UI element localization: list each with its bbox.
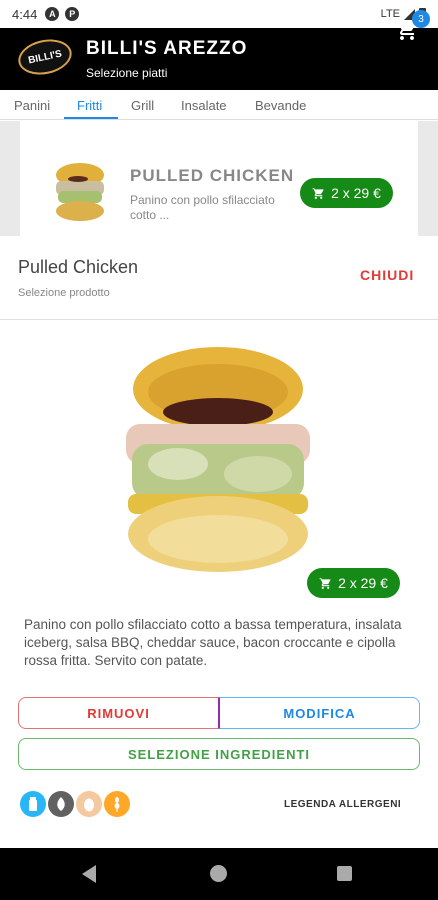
remove-button[interactable]: RIMUOVI: [18, 697, 220, 729]
cart-count-badge: 3: [412, 10, 430, 28]
allergen-icons: [20, 791, 130, 819]
tab-insalate[interactable]: Insalate: [181, 98, 227, 113]
system-nav-bar: [0, 848, 438, 900]
price-label: 2 x 29 €: [338, 575, 388, 591]
allergen-legend-link[interactable]: LEGENDA ALLERGENI: [284, 799, 401, 810]
active-tab-indicator: [64, 117, 118, 119]
detail-subtitle: Selezione prodotto: [18, 287, 110, 299]
home-icon[interactable]: [210, 865, 227, 882]
status-bar: 4:44 A P LTE: [0, 0, 438, 28]
notification-icon: A: [45, 7, 60, 21]
status-time: 4:44: [12, 6, 38, 22]
price-label: 2 x 29 €: [331, 185, 381, 201]
tab-bevande[interactable]: Bevande: [255, 98, 306, 113]
cart-icon: [312, 187, 324, 199]
milk-icon: [20, 791, 46, 817]
detail-description: Panino con pollo sfilacciato cotto a bas…: [24, 617, 402, 668]
notification-icon-2: P: [65, 7, 80, 21]
detail-title: Pulled Chicken: [18, 257, 139, 277]
price-button[interactable]: 2 x 29 €: [300, 178, 393, 208]
back-icon[interactable]: [82, 865, 96, 883]
fish-icon: [48, 791, 74, 817]
brand-logo: BILLI'S: [15, 34, 75, 80]
app-title: BILLI'S AREZZO: [86, 38, 248, 59]
product-name: PULLED CHICKEN: [130, 166, 295, 185]
product-image: [126, 347, 310, 572]
category-tabs: Panini Fritti Grill Insalate Bevande: [0, 90, 438, 120]
product-thumbnail: [56, 163, 104, 221]
gluten-icon: [104, 791, 130, 817]
select-ingredients-button[interactable]: SELEZIONE INGREDIENTI: [18, 738, 420, 770]
list-item[interactable]: PULLED CHICKEN Panino con pollo sfilacci…: [20, 121, 418, 236]
recents-icon[interactable]: [337, 866, 352, 881]
product-description: Panino con pollo sfilacciato cotto ...: [130, 193, 275, 222]
add-to-cart-price-button[interactable]: 2 x 29 €: [307, 568, 400, 598]
egg-icon: [76, 791, 102, 817]
product-detail-sheet: Pulled Chicken Selezione prodotto CHIUDI…: [0, 236, 438, 848]
close-button[interactable]: CHIUDI: [360, 267, 414, 283]
app-bar: BILLI'S BILLI'S AREZZO Selezione piatti: [0, 28, 438, 90]
app-subtitle: Selezione piatti: [86, 66, 168, 80]
tab-grill[interactable]: Grill: [131, 98, 154, 113]
divider: [0, 319, 438, 320]
product-list: PULLED CHICKEN Panino con pollo sfilacci…: [0, 121, 438, 236]
tab-fritti[interactable]: Fritti: [77, 98, 102, 113]
cart-icon: [319, 577, 331, 589]
tab-panini[interactable]: Panini: [14, 98, 50, 113]
modify-button[interactable]: MODIFICA: [220, 697, 420, 729]
